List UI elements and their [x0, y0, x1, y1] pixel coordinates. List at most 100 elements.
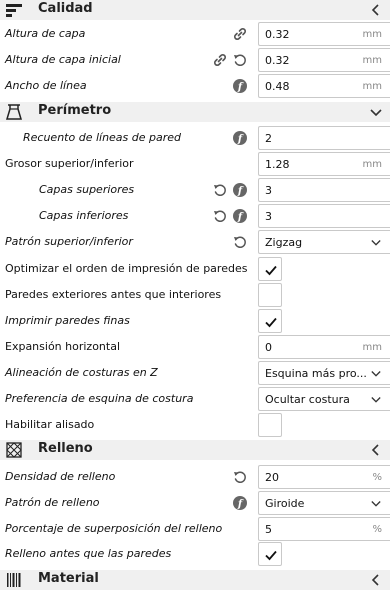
field-value: 0	[265, 341, 272, 354]
field-unit: mm	[362, 55, 382, 66]
setting-label: Patrón de relleno	[5, 496, 100, 509]
setting-label: Capas superiores	[39, 183, 135, 196]
chevron-left-icon[interactable]	[370, 3, 382, 17]
field-value: 0.32	[265, 54, 290, 67]
chevron-down-icon	[370, 395, 382, 405]
imprimir-paredes-finas-checkbox[interactable]	[258, 309, 282, 333]
recuento-lineas-pared-input[interactable]: 2	[258, 126, 390, 150]
field-unit: mm	[362, 159, 382, 170]
dropdown-value: Zigzag	[265, 236, 303, 249]
ancho-linea-input[interactable]: 0.48 mm	[258, 74, 390, 98]
setting-label: Alineación de costuras en Z	[5, 366, 158, 379]
chevron-left-icon[interactable]	[370, 573, 382, 587]
setting-row-altura-capa-inicial: Altura de capa inicial 0.32 mm	[0, 47, 390, 73]
alineacion-costuras-dropdown[interactable]: Esquina más pro...	[258, 361, 390, 385]
section-title-perimetro: Perímetro	[38, 103, 112, 118]
field-unit: %	[372, 472, 382, 483]
setting-row-optimizar-orden: Optimizar el orden de impresión de pared…	[0, 256, 390, 282]
setting-label: Porcentaje de superposición del relleno	[5, 522, 223, 535]
field-value: 5	[265, 523, 272, 536]
setting-label: Habilitar alisado	[5, 418, 95, 431]
function-icon	[232, 495, 248, 511]
setting-label: Altura de capa	[5, 27, 86, 40]
setting-row-paredes-exteriores: Paredes exteriores antes que interiores	[0, 282, 390, 308]
setting-row-relleno-antes-paredes: Relleno antes que las paredes	[0, 541, 390, 567]
field-unit: %	[372, 524, 382, 535]
reset-icon[interactable]	[232, 234, 248, 250]
setting-row-capas-superiores: Capas superiores 3	[0, 177, 390, 203]
setting-row-grosor-sup-inf: Grosor superior/inferior 1.28 mm	[0, 151, 390, 177]
section-header-material[interactable]: Material	[0, 570, 390, 590]
setting-label: Relleno antes que las paredes	[5, 547, 172, 560]
perimeter-icon	[5, 104, 23, 120]
setting-row-patron-sup-inf: Patrón superior/inferior Zigzag	[0, 229, 390, 255]
setting-row-imprimir-paredes-finas: Imprimir paredes finas	[0, 308, 390, 334]
setting-label: Ancho de línea	[5, 79, 87, 92]
patron-relleno-dropdown[interactable]: Giroide	[258, 491, 390, 515]
section-header-calidad[interactable]: Calidad	[0, 0, 390, 20]
field-unit: mm	[362, 81, 382, 92]
link-icon	[232, 26, 248, 42]
setting-row-ancho-linea: Ancho de línea 0.48 mm	[0, 73, 390, 99]
function-icon	[232, 130, 248, 146]
dropdown-value: Ocultar costura	[265, 393, 350, 406]
setting-label: Grosor superior/inferior	[5, 157, 134, 170]
section-title-calidad: Calidad	[38, 1, 93, 16]
optimizar-orden-checkbox[interactable]	[258, 257, 282, 281]
dropdown-value: Esquina más pro...	[265, 367, 367, 380]
grosor-sup-inf-input[interactable]: 1.28 mm	[258, 152, 390, 176]
field-value: 20	[265, 471, 279, 484]
patron-sup-inf-dropdown[interactable]: Zigzag	[258, 230, 390, 254]
reset-icon[interactable]	[232, 52, 248, 68]
habilitar-alisado-checkbox[interactable]	[258, 413, 282, 437]
capas-superiores-input[interactable]: 3	[258, 178, 390, 202]
reset-icon[interactable]	[232, 469, 248, 485]
setting-label: Expansión horizontal	[5, 340, 121, 353]
link-icon	[212, 52, 228, 68]
expansion-horizontal-input[interactable]: 0 mm	[258, 335, 390, 359]
setting-label: Optimizar el orden de impresión de pared…	[5, 262, 248, 275]
setting-row-altura-capa: Altura de capa 0.32 mm	[0, 21, 390, 47]
setting-row-recuento-lineas-pared: Recuento de líneas de pared 2	[0, 125, 390, 151]
setting-row-densidad-relleno: Densidad de relleno 20 %	[0, 464, 390, 490]
altura-capa-inicial-input[interactable]: 0.32 mm	[258, 48, 390, 72]
checkmark-icon	[264, 315, 278, 329]
setting-row-habilitar-alisado: Habilitar alisado	[0, 412, 390, 438]
field-unit: mm	[362, 29, 382, 40]
section-title-relleno: Relleno	[38, 441, 93, 456]
chevron-down-icon	[370, 369, 382, 379]
preferencia-esquina-dropdown[interactable]: Ocultar costura	[258, 387, 390, 411]
setting-row-capas-inferiores: Capas inferiores 3	[0, 203, 390, 229]
section-title-material: Material	[38, 571, 99, 586]
setting-label: Preferencia de esquina de costura	[5, 392, 194, 405]
chevron-down-icon	[370, 238, 382, 248]
chevron-down-icon[interactable]	[369, 107, 383, 119]
checkmark-icon	[264, 263, 278, 277]
porcentaje-superposicion-input[interactable]: 5 %	[258, 517, 390, 541]
dropdown-value: Giroide	[265, 497, 305, 510]
setting-label: Capas inferiores	[39, 209, 129, 222]
setting-row-alineacion-costuras: Alineación de costuras en Z Esquina más …	[0, 360, 390, 386]
setting-row-expansion-horizontal: Expansión horizontal 0 mm	[0, 334, 390, 360]
field-value: 3	[265, 184, 272, 197]
checkmark-icon	[264, 548, 278, 562]
field-unit: mm	[362, 342, 382, 353]
function-icon	[232, 208, 248, 224]
setting-label: Densidad de relleno	[5, 470, 116, 483]
material-icon	[7, 573, 21, 587]
infill-icon	[6, 442, 22, 458]
reset-icon[interactable]	[212, 208, 228, 224]
reset-icon[interactable]	[212, 182, 228, 198]
section-header-relleno[interactable]: Relleno	[0, 440, 390, 460]
section-header-perimetro[interactable]: Perímetro	[0, 102, 390, 122]
quality-icon	[6, 4, 22, 17]
capas-inferiores-input[interactable]: 3	[258, 204, 390, 228]
altura-capa-input[interactable]: 0.32 mm	[258, 22, 390, 46]
relleno-antes-paredes-checkbox[interactable]	[258, 542, 282, 566]
chevron-left-icon[interactable]	[370, 443, 382, 457]
densidad-relleno-input[interactable]: 20 %	[258, 465, 390, 489]
setting-label: Imprimir paredes finas	[5, 314, 130, 327]
field-value: 3	[265, 210, 272, 223]
setting-label: Recuento de líneas de pared	[23, 131, 182, 144]
paredes-exteriores-checkbox[interactable]	[258, 283, 282, 307]
